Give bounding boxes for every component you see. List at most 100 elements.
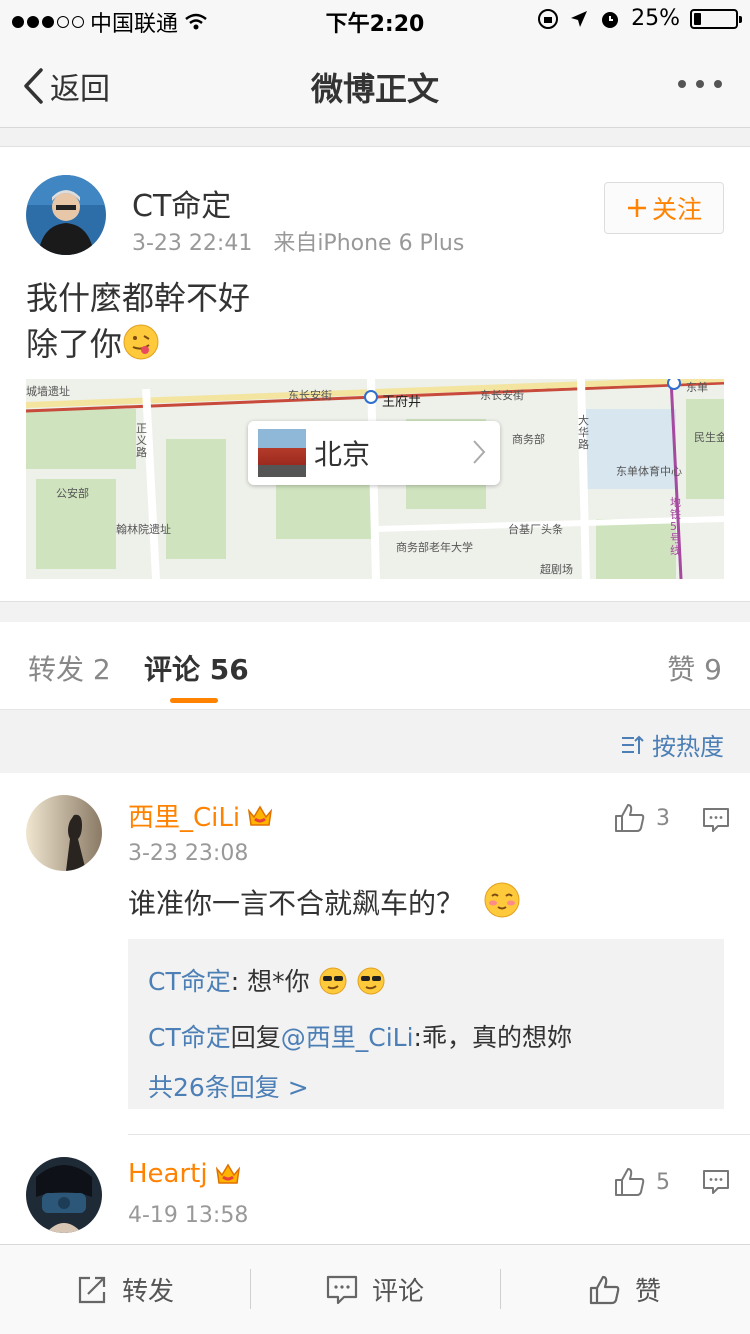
alarm-icon: [602, 11, 619, 28]
tab-repost[interactable]: 转发 2: [28, 648, 111, 688]
map-label: 王府井: [382, 395, 422, 410]
battery-icon: [690, 8, 742, 29]
comment-label: 评论: [371, 1277, 424, 1307]
map-label: 商务部: [512, 433, 545, 446]
author-avatar[interactable]: [26, 175, 106, 255]
vip-crown-icon: [247, 805, 273, 826]
sort-button[interactable]: 按热度: [620, 727, 724, 762]
comment-like-button[interactable]: 5: [614, 1167, 670, 1197]
map-label: 地铁5号线: [670, 496, 681, 557]
map-location-name: 北京: [314, 438, 371, 471]
comment-divider: [128, 1134, 750, 1135]
reply-text: :乖，真的想妳: [413, 1023, 572, 1052]
page-title: 微博正文: [310, 70, 439, 108]
plus-icon: [627, 199, 646, 217]
comment-like-count: 5: [656, 1169, 670, 1195]
comment-like-button[interactable]: 3: [614, 803, 670, 833]
reply-user[interactable]: CT命定: [148, 967, 231, 996]
post-text-line2-wrap: 除了你: [26, 321, 250, 367]
view-all-replies-link[interactable]: 共26条回复 >: [148, 1063, 704, 1113]
comment-button[interactable]: 评论: [250, 1245, 500, 1334]
share-icon: [78, 1276, 106, 1303]
reply-mention[interactable]: @西里_CiLi: [281, 1023, 414, 1052]
map-label: 东长安街: [480, 389, 524, 402]
follow-label: 关注: [651, 195, 702, 224]
commenter-avatar[interactable]: [26, 795, 102, 871]
commenter-avatar[interactable]: [26, 1157, 102, 1233]
status-right: 25%: [537, 6, 742, 31]
sort-icon: [622, 735, 644, 754]
comment-icon: [326, 1275, 358, 1304]
tab-repost-label: 转发: [28, 653, 85, 686]
commenter-name[interactable]: Heartj: [128, 1159, 242, 1189]
comment-like-count: 3: [656, 805, 670, 831]
active-tab-indicator: [170, 698, 218, 703]
post-text: 我什麼都幹不好 除了你: [26, 275, 250, 367]
chevron-right-icon: [473, 440, 486, 464]
tab-repost-count: 2: [92, 653, 111, 686]
map-label: 城墙遗址: [26, 385, 70, 398]
map-label: 公安部: [56, 487, 89, 500]
battery-percent: 25%: [631, 6, 680, 31]
commenter-name-text: 西里_CiLi: [128, 803, 241, 833]
reply-comment-icon[interactable]: [702, 807, 730, 833]
reply-verb: 回复: [230, 1023, 281, 1052]
thumbs-up-icon: [589, 1275, 620, 1304]
comment-list: 西里_CiLi 3-23 23:08 3 谁准你一言不合就飙车的？ CT命定: …: [0, 773, 750, 1244]
map-location-card[interactable]: 北京: [248, 421, 500, 485]
cool-emoji-icon: [318, 963, 348, 1013]
reply-user[interactable]: CT命定: [148, 1023, 231, 1052]
map-label: 东长安街: [288, 389, 332, 402]
map-label: 东单: [686, 381, 708, 394]
tab-comment-count: 56: [209, 653, 249, 686]
post-text-line2: 除了你: [26, 325, 123, 363]
blush-emoji-icon: [483, 881, 521, 919]
more-button[interactable]: [678, 80, 722, 88]
tab-like-label: 赞: [667, 653, 696, 686]
reply-comment-icon[interactable]: [702, 1169, 730, 1195]
tab-comment-label: 评论: [144, 653, 201, 686]
commenter-name-text: Heartj: [128, 1159, 208, 1189]
reply-line: CT命定回复@西里_CiLi:乖，真的想妳: [148, 1013, 704, 1063]
sort-label: 按热度: [652, 733, 724, 761]
comment-time: 4-19 13:58: [128, 1203, 249, 1228]
rotation-lock-icon: [538, 8, 559, 29]
map-label: 正义路: [136, 422, 147, 459]
thumbs-up-icon: [615, 804, 645, 832]
battery-fill: [694, 12, 701, 25]
tab-likes[interactable]: 赞 9: [667, 648, 722, 688]
map-label: 商务部老年大学: [396, 541, 473, 554]
cool-emoji-icon: [356, 963, 386, 1013]
map-label: 民生金: [694, 431, 724, 444]
map-label: 超剧场: [540, 563, 573, 576]
comment-time: 3-23 23:08: [128, 841, 249, 866]
bottom-toolbar: 转发 评论 赞: [0, 1244, 750, 1334]
post-text-line1: 我什麼都幹不好: [26, 279, 251, 317]
location-icon: [571, 10, 588, 27]
reply-text: : 想*你: [230, 967, 310, 996]
nav-bar: 返回 微博正文: [0, 40, 750, 128]
commenter-name[interactable]: 西里_CiLi: [128, 797, 274, 834]
author-name[interactable]: CT命定: [132, 181, 231, 225]
like-button[interactable]: 赞: [500, 1245, 750, 1334]
tab-comments[interactable]: 评论 56: [144, 648, 249, 688]
post-card: CT命定 3-23 22:41 来自iPhone 6 Plus 关注 我什麼都幹…: [0, 146, 750, 602]
tiananmen-thumbnail: [258, 429, 306, 477]
repost-label: 转发: [121, 1277, 174, 1307]
like-label: 赞: [634, 1277, 661, 1307]
tab-like-count: 9: [704, 653, 722, 686]
sort-bar: 按热度: [0, 711, 750, 773]
comment-text-content: 谁准你一言不合就飙车的？: [128, 887, 465, 920]
post-source: 来自iPhone 6 Plus: [273, 231, 465, 256]
comment-text: 谁准你一言不合就飙车的？: [128, 881, 521, 922]
follow-button[interactable]: 关注: [604, 182, 724, 234]
post-meta: 3-23 22:41 来自iPhone 6 Plus: [132, 225, 464, 257]
location-map[interactable]: 城墙遗址 东长安街 王府井 东长安街 东单 商务部 正义路 大华路 公安部 东单…: [26, 379, 724, 579]
thumbs-up-icon: [615, 1168, 645, 1196]
repost-button[interactable]: 转发: [0, 1245, 250, 1334]
reply-thread[interactable]: CT命定: 想*你 CT命定回复@西里_CiLi:乖，真的想妳 共26条回复 >: [128, 939, 724, 1109]
map-label: 台基厂头条: [508, 523, 563, 536]
tongue-emoji-icon: [122, 323, 160, 361]
status-bar: 中国联通 下午2:20 25%: [0, 0, 750, 40]
vip-crown-icon: [215, 1163, 240, 1184]
